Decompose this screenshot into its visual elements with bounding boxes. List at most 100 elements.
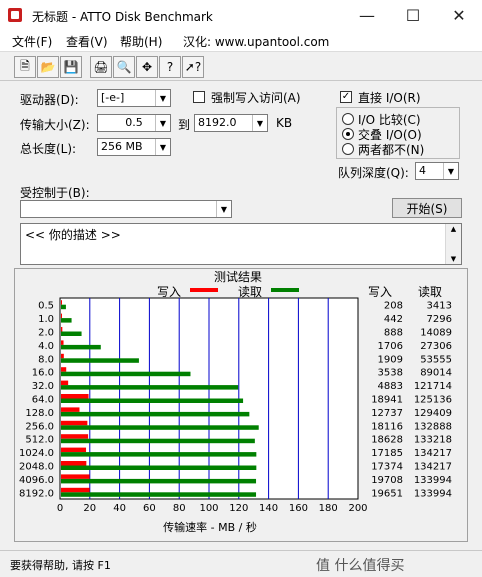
y-tick-label: 2048.0 [19,462,54,473]
x-tick-label: 200 [348,503,367,514]
write-bar [61,420,88,426]
description-textarea[interactable]: << 你的描述 >> ▲ ▼ [20,223,462,265]
read-bar [61,411,250,417]
preview-button[interactable]: 🔍 [113,56,135,78]
move-icon: ✥ [141,60,153,74]
help-icon: ? [166,60,174,74]
read-bar [61,425,259,430]
x-tick-label: 160 [289,503,308,514]
x-tick-label: 140 [259,503,278,514]
read-bar [61,331,82,336]
y-tick-label: 64.0 [32,395,54,406]
x-axis-label: 传输速率 - MB / 秒 [163,521,257,534]
y-tick-label: 8192.0 [19,488,54,499]
controlled-by-label: 受控制于(B): [20,186,90,200]
write-value: 888 [384,328,403,339]
radio-neither[interactable] [342,143,354,155]
scroll-up-icon: ▲ [450,225,457,233]
read-value: 133994 [414,475,452,486]
queue-depth-select[interactable]: 4 ▼ [415,162,459,180]
preview-icon: 🔍 [116,60,132,74]
menu-help[interactable]: 帮助(H) [120,33,162,50]
read-value: 121714 [414,381,452,392]
transfer-from-select[interactable]: 0.5 ▼ [97,114,171,132]
status-text: 要获得帮助, 请按 F1 [10,559,111,572]
read-value: 14089 [420,328,452,339]
close-button[interactable]: ✕ [436,0,482,30]
y-tick-label: 2.0 [38,328,54,339]
write-value: 17374 [371,462,403,473]
direct-io-checkbox[interactable]: ✓ [340,91,352,103]
write-bar [61,474,90,479]
new-button[interactable]: 🗎 [14,56,36,78]
write-value: 18941 [371,395,403,406]
radio-overlapped-io[interactable] [342,128,354,140]
read-bar [61,438,255,444]
x-tick-label: 60 [143,503,156,514]
maximize-button[interactable]: ☐ [390,0,436,30]
read-bar [61,344,101,350]
start-button[interactable]: 开始(S) [392,198,462,218]
read-bar [61,465,257,470]
menu-view[interactable]: 查看(V) [66,33,108,50]
description-scrollbar[interactable]: ▲ ▼ [445,224,461,264]
y-tick-label: 128.0 [25,408,54,419]
controlled-by-select[interactable]: ▼ [20,200,232,218]
write-value: 17185 [371,448,403,459]
write-value: 1706 [378,341,403,352]
total-length-select[interactable]: 256 MB ▼ [97,138,171,156]
minimize-button[interactable]: — [344,0,390,30]
write-bar [61,313,62,319]
menu-file[interactable]: 文件(F) [12,33,52,50]
kb-label: KB [276,116,293,130]
drive-label: 驱动器(D): [20,93,79,107]
write-value: 3538 [378,368,403,379]
to-label: 到 [178,118,191,132]
status-bar: 要获得帮助, 请按 F1 值 什么值得买 [0,550,482,577]
chevron-down-icon: ▼ [252,115,267,131]
read-bar [61,398,244,403]
menu-localization[interactable]: 汉化: www.upantool.com [183,33,329,50]
legend-write-swatch [190,288,218,292]
radio-io-compare[interactable] [342,113,354,125]
y-tick-label: 8.0 [38,354,54,365]
x-tick-label: 180 [319,503,338,514]
open-button[interactable]: 📂 [37,56,59,78]
save-button[interactable]: 💾 [60,56,82,78]
x-tick-label: 0 [57,503,63,514]
read-value: 134217 [414,448,452,459]
new-icon: 🗎 [20,58,30,73]
force-write-label: 强制写入访问(A) [211,91,301,105]
queue-depth-value: 4 [419,164,426,177]
save-icon: 💾 [63,60,79,74]
app-icon [8,8,22,22]
x-tick-label: 80 [173,503,186,514]
window-title: 无标题 - ATTO Disk Benchmark [32,10,213,24]
read-value: 3413 [427,301,452,312]
write-value: 4883 [378,381,403,392]
write-bar [61,367,67,372]
read-value: 129409 [414,408,452,419]
read-value: 7296 [427,314,452,325]
force-write-checkbox[interactable] [193,91,205,103]
help-button[interactable]: ? [159,56,181,78]
write-value: 18116 [371,421,403,432]
write-value: 19651 [371,488,403,499]
queue-depth-label: 队列深度(Q): [338,166,409,180]
write-bar [61,380,69,386]
transfer-to-select[interactable]: 8192.0 ▼ [194,114,268,132]
print-button[interactable]: 🖨 [90,56,112,78]
write-bar [61,487,90,493]
x-tick-label: 100 [199,503,218,514]
write-value: 12737 [371,408,403,419]
transfer-to-value: 8192.0 [198,116,237,129]
y-tick-label: 256.0 [25,421,54,432]
context-help-icon: ➚? [184,60,202,74]
context-help-button[interactable]: ➚? [182,56,204,78]
chevron-down-icon: ▼ [155,139,170,155]
read-value: 133994 [414,488,452,499]
scroll-down-icon: ▼ [450,255,457,263]
y-tick-label: 1.0 [38,314,54,325]
move-button[interactable]: ✥ [136,56,158,78]
drive-select[interactable]: [-e-] ▼ [97,89,171,107]
